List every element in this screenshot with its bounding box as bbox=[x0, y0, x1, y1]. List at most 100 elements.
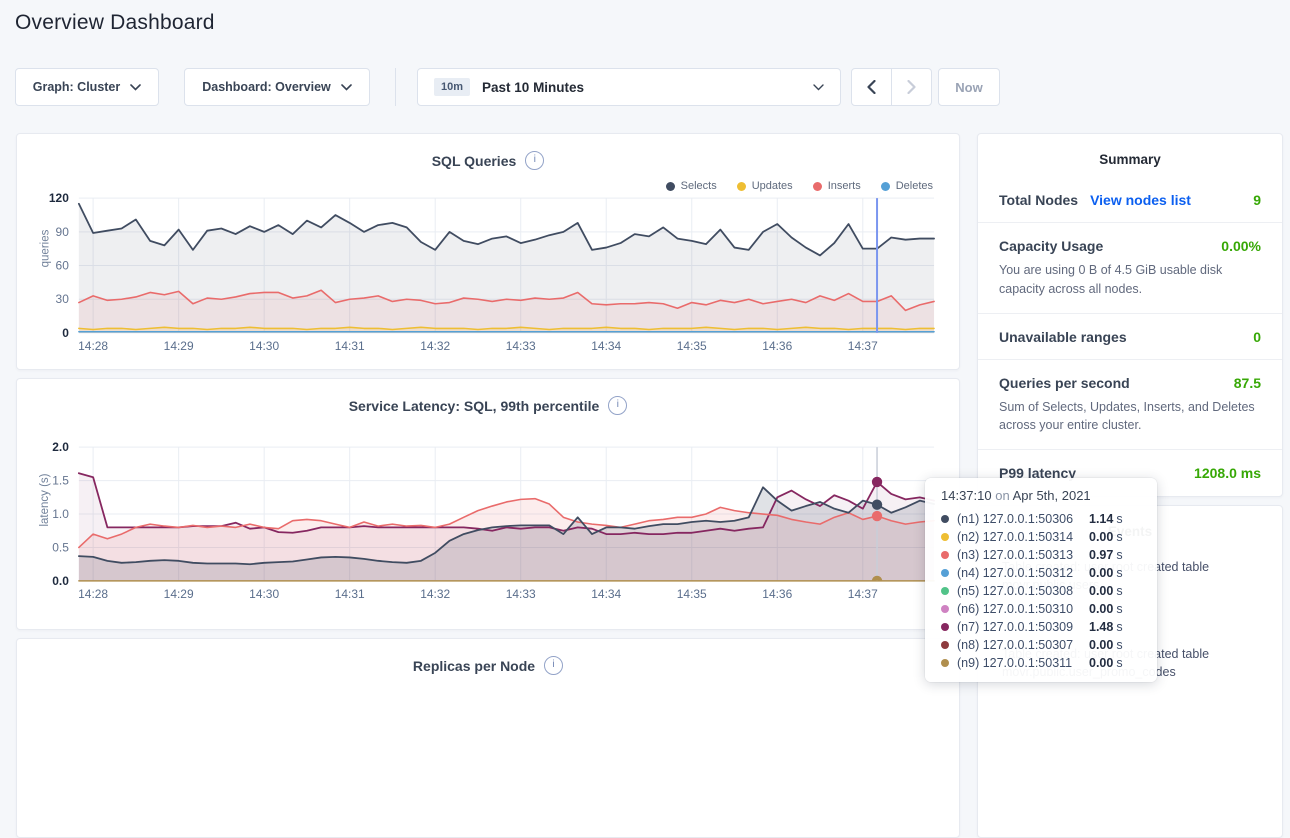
service-latency-card: Service Latency: SQL, 99th percentile i … bbox=[16, 378, 960, 630]
tooltip-node-value: 0.97 bbox=[1089, 548, 1113, 562]
tooltip-node-value: 0.00 bbox=[1089, 638, 1113, 652]
sql-queries-card: SQL Queries i Selects Updates Inserts Delet… bbox=[16, 133, 960, 370]
tooltip-node-unit: s bbox=[1116, 638, 1122, 652]
tooltip-node-label: (n5) 127.0.0.1:50308 bbox=[957, 584, 1089, 598]
tooltip-node-unit: s bbox=[1116, 548, 1122, 562]
now-button[interactable]: Now bbox=[938, 68, 1000, 106]
chart-title: Service Latency: SQL, 99th percentile bbox=[349, 398, 600, 414]
time-step-buttons bbox=[851, 68, 932, 106]
x-axis-tick-label: 14:31 bbox=[335, 339, 365, 353]
latency-hover-tooltip: 14:37:10 on Apr 5th, 2021 (n1) 127.0.0.1… bbox=[925, 478, 1157, 682]
tooltip-date: Apr 5th, 2021 bbox=[1013, 488, 1091, 503]
x-axis-tick-label: 14:29 bbox=[164, 339, 194, 353]
tooltip-node-unit: s bbox=[1116, 656, 1122, 670]
y-axis-tick-label: 1.5 bbox=[52, 474, 69, 488]
hover-dot bbox=[872, 499, 882, 509]
legend-dot-icon bbox=[881, 182, 890, 191]
tooltip-node-row: (n9) 127.0.0.1:503110.00s bbox=[941, 654, 1141, 672]
tooltip-node-row: (n8) 127.0.0.1:503070.00s bbox=[941, 636, 1141, 654]
x-axis-tick-label: 14:28 bbox=[78, 587, 108, 601]
service-latency-header: Service Latency: SQL, 99th percentile i bbox=[17, 379, 959, 415]
tooltip-rows: (n1) 127.0.0.1:503061.14s(n2) 127.0.0.1:… bbox=[941, 510, 1141, 672]
capacity-usage-desc: You are using 0 B of 4.5 GiB usable disk… bbox=[999, 261, 1261, 299]
node-color-dot-icon bbox=[941, 659, 949, 667]
node-color-dot-icon bbox=[941, 587, 949, 595]
queries-per-second-desc: Sum of Selects, Updates, Inserts, and De… bbox=[999, 398, 1261, 436]
total-nodes-value: 9 bbox=[1253, 192, 1261, 208]
tooltip-node-label: (n7) 127.0.0.1:50309 bbox=[957, 620, 1089, 634]
unavailable-ranges-label: Unavailable ranges bbox=[999, 329, 1127, 345]
service-latency-plot: 0.00.51.01.52.014:2814:2914:3014:3114:32… bbox=[17, 435, 959, 621]
legend-label: Inserts bbox=[828, 180, 861, 192]
tooltip-node-value: 0.00 bbox=[1089, 584, 1113, 598]
legend-item-updates[interactable]: Updates bbox=[737, 180, 793, 192]
replicas-header: Replicas per Node i bbox=[17, 639, 959, 675]
hover-dot bbox=[872, 576, 882, 586]
tooltip-timestamp: 14:37:10 on Apr 5th, 2021 bbox=[941, 488, 1141, 503]
legend-label: Selects bbox=[681, 180, 717, 192]
x-axis-tick-label: 14:34 bbox=[591, 339, 621, 353]
queries-per-second-label: Queries per second bbox=[999, 375, 1130, 391]
x-axis-tick-label: 14:29 bbox=[164, 587, 194, 601]
chart-title: Replicas per Node bbox=[413, 658, 535, 674]
x-axis-tick-label: 14:35 bbox=[677, 339, 707, 353]
tooltip-node-label: (n1) 127.0.0.1:50306 bbox=[957, 512, 1089, 526]
tooltip-node-value: 0.00 bbox=[1089, 602, 1113, 616]
now-button-label: Now bbox=[955, 80, 982, 95]
total-nodes-row: Total Nodes View nodes list 9 bbox=[978, 177, 1282, 223]
tooltip-node-value: 0.00 bbox=[1089, 566, 1113, 580]
tooltip-node-label: (n2) 127.0.0.1:50314 bbox=[957, 530, 1089, 544]
dashboard-dropdown-label: Dashboard: Overview bbox=[202, 80, 331, 94]
next-timeframe-button[interactable] bbox=[891, 69, 931, 105]
y-axis-tick-label: 2.0 bbox=[52, 440, 69, 454]
tooltip-node-value: 1.48 bbox=[1089, 620, 1113, 634]
tooltip-node-row: (n3) 127.0.0.1:503130.97s bbox=[941, 546, 1141, 564]
x-axis-tick-label: 14:31 bbox=[335, 587, 365, 601]
y-axis-tick-label: 0.5 bbox=[52, 540, 69, 554]
graph-dropdown[interactable]: Graph: Cluster bbox=[15, 68, 159, 106]
x-axis-tick-label: 14:33 bbox=[506, 587, 536, 601]
tooltip-node-label: (n3) 127.0.0.1:50313 bbox=[957, 548, 1089, 562]
tooltip-node-unit: s bbox=[1116, 620, 1122, 634]
info-icon[interactable]: i bbox=[525, 151, 544, 170]
y-axis-tick-label: 90 bbox=[56, 225, 70, 239]
x-axis-tick-label: 14:37 bbox=[848, 339, 878, 353]
info-icon[interactable]: i bbox=[544, 656, 563, 675]
queries-per-second-row: Queries per second 87.5 Sum of Selects, … bbox=[978, 360, 1282, 451]
y-axis-tick-label: 60 bbox=[56, 259, 70, 273]
node-color-dot-icon bbox=[941, 515, 949, 523]
node-color-dot-icon bbox=[941, 641, 949, 649]
tooltip-time: 14:37:10 bbox=[941, 488, 992, 503]
hover-dot bbox=[872, 511, 882, 521]
sql-queries-chart[interactable]: 030609012014:2814:2914:3014:3114:3214:33… bbox=[17, 192, 959, 362]
p99-latency-value: 1208.0 ms bbox=[1194, 465, 1261, 481]
tooltip-node-unit: s bbox=[1116, 566, 1122, 580]
x-axis-tick-label: 14:30 bbox=[249, 587, 279, 601]
legend-item-inserts[interactable]: Inserts bbox=[813, 180, 861, 192]
chevron-left-icon bbox=[867, 80, 876, 94]
previous-timeframe-button[interactable] bbox=[852, 69, 891, 105]
time-range-picker[interactable]: 10m Past 10 Minutes bbox=[417, 68, 841, 106]
view-nodes-list-link[interactable]: View nodes list bbox=[1090, 192, 1191, 208]
service-latency-chart[interactable]: 0.00.51.01.52.014:2814:2914:3014:3114:32… bbox=[17, 435, 959, 621]
info-icon[interactable]: i bbox=[608, 396, 627, 415]
y-axis-tick-label: 0.0 bbox=[52, 574, 69, 588]
sql-queries-plot: 030609012014:2814:2914:3014:3114:3214:33… bbox=[17, 192, 959, 362]
sql-queries-header: SQL Queries i bbox=[17, 134, 959, 170]
x-axis-tick-label: 14:32 bbox=[420, 339, 450, 353]
replicas-per-node-card: Replicas per Node i bbox=[16, 638, 960, 838]
summary-panel: Summary Total Nodes View nodes list 9 Ca… bbox=[977, 133, 1283, 497]
chart-title: SQL Queries bbox=[432, 153, 517, 169]
event-spacer bbox=[1002, 682, 1258, 692]
node-color-dot-icon bbox=[941, 551, 949, 559]
summary-title: Summary bbox=[978, 134, 1282, 177]
node-color-dot-icon bbox=[941, 569, 949, 577]
tooltip-node-label: (n4) 127.0.0.1:50312 bbox=[957, 566, 1089, 580]
legend-item-deletes[interactable]: Deletes bbox=[881, 180, 933, 192]
page-title: Overview Dashboard bbox=[15, 11, 215, 35]
legend-item-selects[interactable]: Selects bbox=[666, 180, 717, 192]
dashboard-dropdown[interactable]: Dashboard: Overview bbox=[184, 68, 370, 106]
y-axis-tick-label: 0 bbox=[62, 326, 69, 340]
tooltip-node-unit: s bbox=[1116, 530, 1122, 544]
capacity-usage-row: Capacity Usage 0.00% You are using 0 B o… bbox=[978, 223, 1282, 314]
